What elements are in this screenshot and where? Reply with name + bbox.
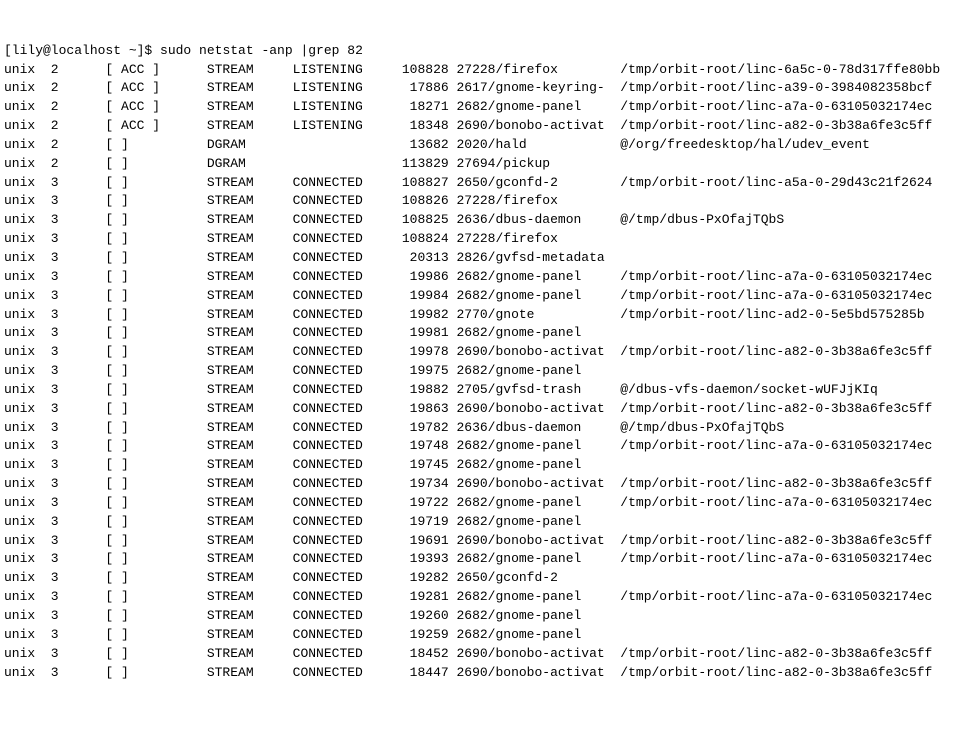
terminal-output: [lily@localhost ~]$ sudo netstat -anp |g… xyxy=(4,42,975,683)
shell-prompt: [lily@localhost ~]$ xyxy=(4,43,160,58)
netstat-rows: unix 2 [ ACC ] STREAM LISTENING 108828 2… xyxy=(4,61,975,683)
command-text: sudo netstat -anp |grep 82 xyxy=(160,43,363,58)
